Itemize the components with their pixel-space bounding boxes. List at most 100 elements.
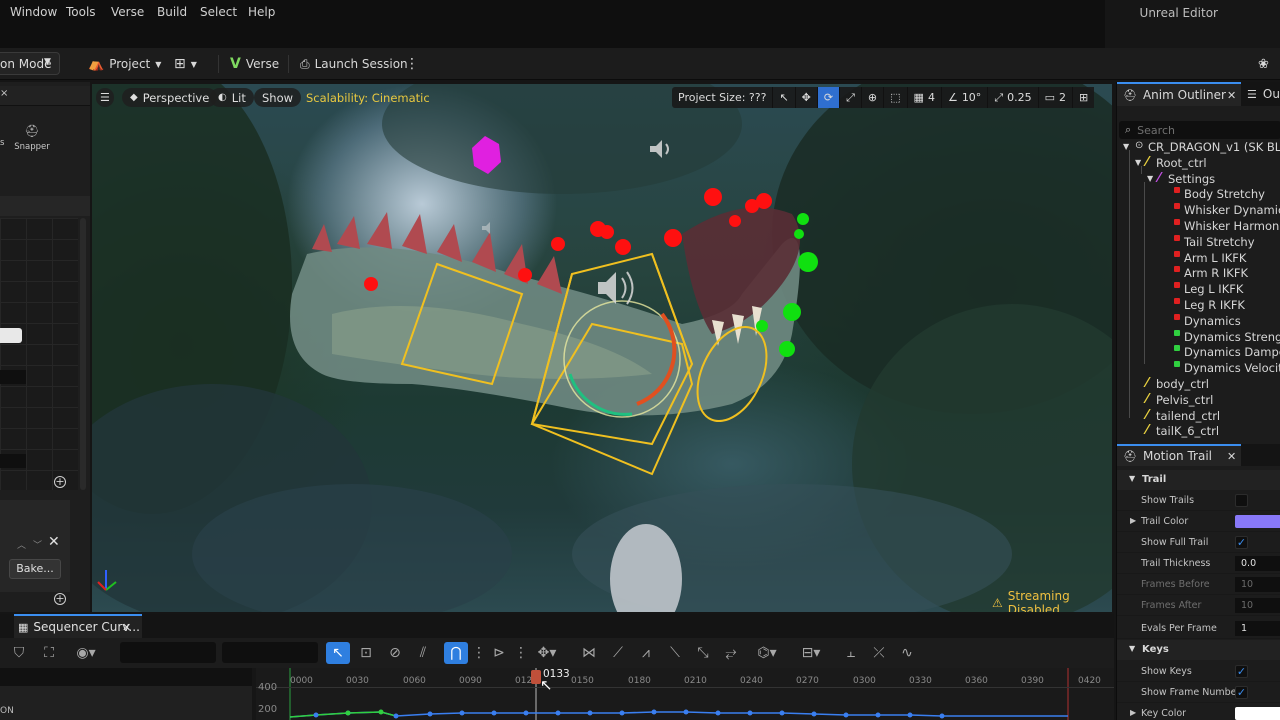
tree-item[interactable]: ⁄ body_ctrl — [1117, 376, 1280, 393]
align-keys-icon[interactable]: ⫠ — [842, 644, 860, 662]
level-viewport[interactable]: ☰ ◆ Perspective ◐ Lit Show Scalability: … — [92, 84, 1112, 612]
project-size-button[interactable]: Project Size: ??? — [672, 87, 774, 108]
tree-item[interactable]: Whisker Harmonics — [1117, 219, 1280, 235]
bake-button[interactable]: Bake... — [9, 559, 61, 579]
show-full-trail-checkbox[interactable]: ✓ — [1235, 536, 1248, 549]
outliner-search[interactable]: ⌕ Search — [1119, 121, 1280, 139]
select-cursor-icon[interactable]: ↖ — [326, 642, 350, 664]
tree-item[interactable]: Leg R IKFK — [1117, 298, 1280, 314]
color-field[interactable] — [0, 328, 22, 343]
snap-magnet-icon[interactable]: ⋂ — [444, 642, 468, 664]
tree-item[interactable]: ⁄ tailend_ctrl — [1117, 408, 1280, 425]
scale-tool-icon[interactable]: ⤢ — [840, 87, 862, 108]
weighted-tangent-icon[interactable]: ⥂ — [722, 644, 740, 662]
close-icon[interactable]: ✕ — [48, 534, 60, 550]
trail-color-swatch[interactable] — [1235, 515, 1280, 528]
surface-snap-icon[interactable]: ⬚ — [884, 87, 908, 108]
chevron-down-icon[interactable]: ﹀ — [33, 538, 42, 551]
scalability-label[interactable]: Scalability: Cinematic — [306, 91, 430, 105]
more-options-icon[interactable]: ⋮ — [470, 644, 488, 662]
time-ruler[interactable]: 0000 0030 0060 0090 0120 0150 0180 0210 0240 0270… — [256, 674, 1114, 688]
retime-icon[interactable]: ⊟▾ — [798, 644, 824, 662]
more-options-icon[interactable]: ⋮ — [405, 53, 419, 75]
menu-build[interactable]: Build — [157, 5, 187, 19]
menu-help[interactable]: Help — [248, 5, 275, 19]
value-field[interactable] — [0, 370, 26, 384]
straighten-tangent-icon[interactable]: ⟋ — [609, 644, 627, 662]
auto-tangent-icon[interactable]: ⩘ — [637, 644, 655, 662]
curve-filter-field[interactable] — [120, 642, 216, 663]
scale-snap-button[interactable]: ⤢ 0.25 — [988, 87, 1039, 108]
close-icon[interactable]: × — [0, 88, 8, 99]
show-button[interactable]: Show — [254, 88, 302, 107]
world-space-icon[interactable]: ⊕ — [861, 87, 885, 108]
menu-select[interactable]: Select — [200, 5, 237, 19]
keys-section-header[interactable]: ▼ Keys — [1117, 640, 1280, 660]
transform-tool-icon[interactable]: ✥▾ — [532, 644, 562, 662]
close-icon[interactable]: ✕ — [122, 621, 131, 634]
menu-window[interactable]: Window — [10, 5, 57, 19]
show-trails-checkbox[interactable] — [1235, 494, 1248, 507]
waveform-icon[interactable]: ∿ — [898, 644, 916, 662]
menu-tools[interactable]: Tools — [66, 5, 96, 19]
expand-arrow-icon[interactable]: ▶ — [1130, 708, 1136, 717]
lit-button[interactable]: ◐ Lit — [210, 88, 254, 107]
tree-item[interactable]: Dynamics Velocity — [1117, 361, 1280, 377]
launch-session-button[interactable]: ⎙ Launch Session — [300, 53, 408, 75]
tree-item[interactable]: ⁄ Pelvis_ctrl — [1117, 392, 1280, 409]
tree-item[interactable]: Whisker Dynamics — [1117, 203, 1280, 219]
expand-arrow-icon[interactable]: ▼ — [1147, 174, 1153, 183]
pin-icon[interactable]: ⛉ — [10, 644, 28, 662]
tab-sequencer-curves[interactable]: ▦ Sequencer Curv... ✕ — [14, 614, 142, 638]
step-icon[interactable]: ⊳ — [490, 644, 508, 662]
tree-item[interactable]: Dynamics — [1117, 314, 1280, 330]
tab-motion-trail[interactable]: ⛑ Motion Trail ✕ — [1117, 444, 1241, 466]
show-frame-number-checkbox[interactable]: ✓ — [1235, 686, 1248, 699]
viewport-layout-icon[interactable]: ⊞ — [1073, 87, 1095, 108]
select-tool-icon[interactable]: ↖ — [773, 87, 796, 108]
eye-icon[interactable]: ◉▾ — [73, 644, 99, 662]
trail-section-header[interactable]: ▼ Trail — [1117, 470, 1280, 490]
tree-root-item[interactable]: ▼ ⊙ CR_DRAGON_v1 (SK BLACK — [1117, 140, 1280, 156]
tab-anim-outliner[interactable]: ⛑ Anim Outliner ✕ — [1117, 82, 1241, 106]
project-button[interactable]: ⛺ Project ▼ — [88, 53, 161, 75]
perspective-button[interactable]: ◆ Perspective — [122, 88, 218, 107]
frames-before-input[interactable]: 10 — [1235, 577, 1280, 592]
camera-speed-button[interactable]: ▭ 2 — [1038, 87, 1074, 108]
verse-button[interactable]: V Verse — [230, 53, 279, 75]
frame-all-icon[interactable]: ⊡ — [357, 644, 375, 662]
tree-item[interactable]: Dynamics Strength — [1117, 330, 1280, 346]
key-icon[interactable]: ⊘ — [386, 644, 404, 662]
tree-item[interactable]: ▼ ⁄ Settings — [1117, 171, 1280, 188]
tree-item[interactable]: Leg L IKFK — [1117, 282, 1280, 298]
trail-thickness-input[interactable]: 0.0 — [1235, 556, 1280, 571]
show-keys-checkbox[interactable]: ✓ — [1235, 665, 1248, 678]
chevron-up-icon[interactable]: ︿ — [17, 538, 26, 551]
rotate-tool-icon[interactable]: ⟳ — [817, 87, 841, 108]
menu-verse[interactable]: Verse — [111, 5, 144, 19]
tab-outliner[interactable]: ☰ Out — [1247, 82, 1280, 106]
left-scrollbar[interactable] — [80, 218, 86, 490]
user-tangent-icon[interactable]: ⟍ — [666, 644, 684, 662]
rotation-snap-button[interactable]: ∠ 10° — [941, 87, 989, 108]
curve-tree-search[interactable] — [0, 668, 252, 686]
interpolation-dropdown-icon[interactable]: ⌬▾ — [752, 644, 782, 662]
tree-item[interactable]: Arm L IKFK — [1117, 251, 1280, 267]
viewport-menu-button[interactable]: ☰ — [96, 88, 114, 107]
move-tool-icon[interactable]: ✥ — [795, 87, 818, 108]
add-icon[interactable]: + — [54, 593, 66, 605]
paw-icon[interactable]: ❀ — [1258, 53, 1269, 75]
tree-item[interactable]: Dynamics Dampening — [1117, 345, 1280, 361]
tree-item[interactable]: Body Stretchy — [1117, 187, 1280, 203]
frames-after-input[interactable]: 10 — [1235, 598, 1280, 613]
curve-value-field[interactable] — [222, 642, 318, 663]
add-content-button[interactable]: ⊞ ▼ — [174, 53, 197, 75]
reduce-keys-icon[interactable]: ⤫ — [870, 644, 888, 662]
expand-arrow-icon[interactable]: ▶ — [1130, 516, 1136, 525]
key-color-swatch[interactable] — [1235, 707, 1280, 720]
value-field[interactable] — [0, 454, 26, 468]
tree-item[interactable]: Arm R IKFK — [1117, 266, 1280, 282]
close-icon[interactable]: ✕ — [1227, 89, 1236, 102]
flatten-tangent-icon[interactable]: ⋈ — [580, 644, 598, 662]
tree-item[interactable]: Tail Stretchy — [1117, 235, 1280, 251]
